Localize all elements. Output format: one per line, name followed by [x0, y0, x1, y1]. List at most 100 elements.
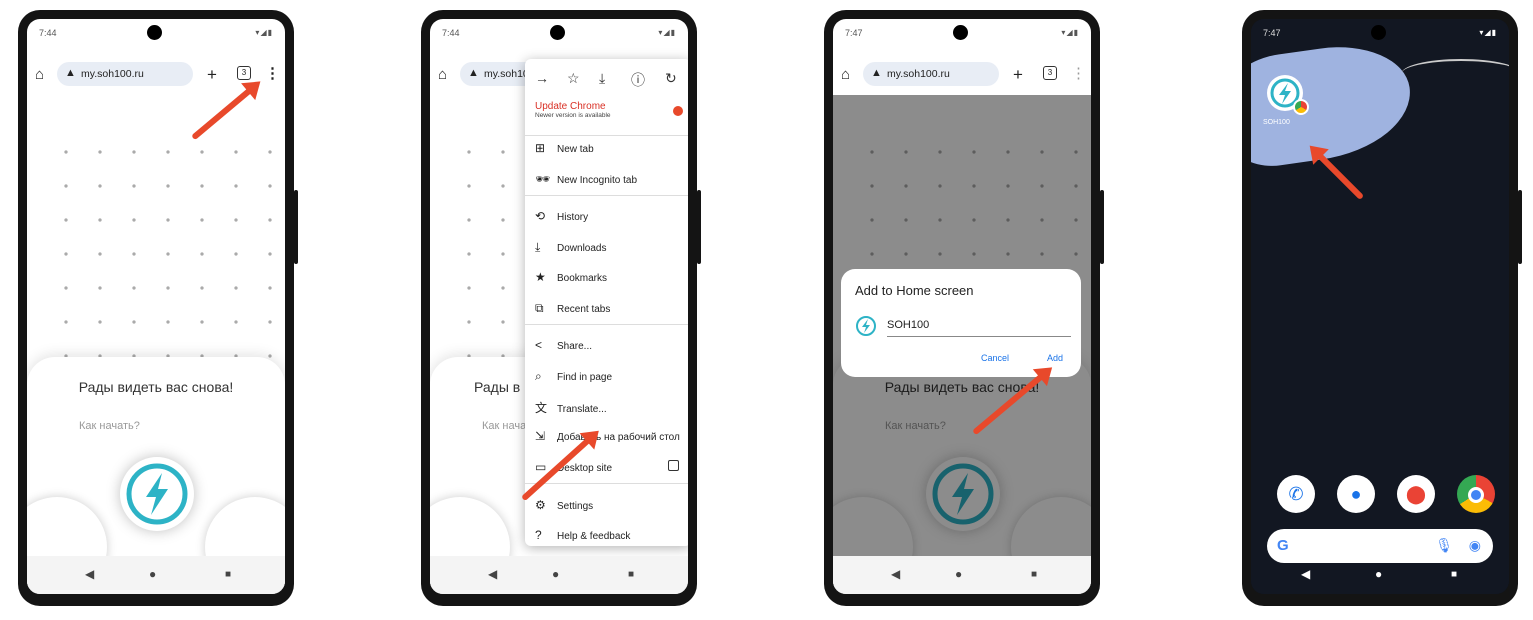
home-icon[interactable]: ⌂ — [35, 67, 44, 82]
bookmark-star-icon[interactable]: ☆ — [567, 70, 580, 87]
menu-item-new-tab[interactable]: ⊞ New tab — [535, 141, 594, 155]
app-label: SOH100 — [1263, 119, 1290, 126]
welcome-card: Рады видеть вас снова! Как начать? — [27, 357, 285, 594]
menu-item-share[interactable]: < Share... — [535, 338, 592, 352]
find-icon: ⌕ — [535, 369, 542, 383]
help-icon: ? — [535, 528, 542, 542]
back-icon[interactable]: ◀ — [85, 567, 94, 581]
web-content: Рады видеть вас снова! Как начать? — [27, 95, 285, 594]
home-nav-icon[interactable]: ● — [955, 567, 962, 581]
nav-bar: ◀ ● ■ — [1251, 556, 1509, 594]
back-icon[interactable]: ◀ — [1301, 567, 1310, 581]
add-button[interactable]: Add — [1047, 353, 1063, 363]
more-menu-icon[interactable]: ⋮ — [1071, 66, 1086, 81]
address-bar[interactable]: ▲ my.soh100.ru — [57, 62, 193, 86]
home-icon[interactable]: ⌂ — [438, 67, 447, 82]
recent-tabs-icon: ⧉ — [535, 301, 544, 315]
phone-chrome-menu: 7:44 ▾◢▮ ⌂ ▲ my.soh10 Рады в Как нача → … — [421, 10, 701, 606]
camera-cutout — [953, 25, 968, 40]
update-chrome-item[interactable]: Update Chrome Newer version is available — [535, 101, 611, 119]
new-tab-icon[interactable]: + — [1013, 66, 1023, 83]
how-to-start-link[interactable]: Как начать? — [79, 420, 140, 432]
url-text: my.soh100.ru — [81, 68, 144, 80]
chrome-app-icon[interactable] — [1457, 475, 1495, 513]
screen: 7:44 ▾◢▮ ⌂ ▲ my.soh100.ru + 3 ⋮ Рады вид… — [27, 19, 285, 594]
status-time: 7:47 — [1263, 28, 1281, 38]
share-icon: < — [535, 338, 543, 352]
home-icon[interactable]: ⌂ — [841, 67, 850, 82]
url-text: my.soh100.ru — [887, 68, 950, 80]
settings-icon: ⚙ — [535, 498, 546, 512]
menu-item-recent-tabs[interactable]: ⧉ Recent tabs — [535, 301, 610, 316]
update-subtitle: Newer version is available — [535, 112, 611, 119]
status-time: 7:44 — [442, 28, 460, 38]
menu-item-history[interactable]: ⟲ History — [535, 209, 588, 223]
warning-icon: ▲ — [871, 67, 882, 79]
signal-icons: ▾◢▮ — [255, 28, 273, 37]
menu-item-help[interactable]: ? Help & feedback — [535, 528, 630, 542]
camera-cutout — [1371, 25, 1386, 40]
camera-cutout — [147, 25, 162, 40]
chrome-toolbar: ⌂ ▲ my.soh100.ru + 3 ⋮ — [833, 55, 1091, 95]
how-to-start-link[interactable]: Как нача — [482, 420, 526, 432]
more-menu-icon[interactable]: ⋮ — [265, 66, 280, 81]
status-bar: 7:44 ▾◢▮ — [27, 19, 285, 43]
status-bar: 7:47 ▾◢▮ — [833, 19, 1091, 43]
signal-icons: ▾◢▮ — [1479, 28, 1497, 37]
home-nav-icon[interactable]: ● — [149, 567, 156, 581]
camera-cutout — [550, 25, 565, 40]
soh100-app-icon[interactable] — [1267, 75, 1309, 115]
recents-icon[interactable]: ■ — [1451, 569, 1457, 580]
reload-icon[interactable]: ↻ — [665, 70, 677, 87]
back-icon[interactable]: ◀ — [488, 567, 497, 581]
new-tab-icon: ⊞ — [535, 141, 546, 155]
history-icon: ⟲ — [535, 209, 546, 223]
menu-item-add-to-home[interactable]: ⇲ Добавить на рабочий стол — [535, 429, 680, 443]
new-tab-icon[interactable]: + — [207, 66, 217, 83]
name-field[interactable]: SOH100 — [887, 319, 1071, 337]
recents-icon[interactable]: ■ — [628, 569, 634, 580]
back-icon[interactable]: ◀ — [891, 567, 900, 581]
menu-item-settings[interactable]: ⚙ Settings — [535, 498, 593, 512]
info-icon[interactable]: ⓘ — [631, 70, 645, 90]
chrome-badge-icon — [1293, 99, 1309, 115]
menu-item-incognito[interactable]: 🕶 New Incognito tab — [535, 172, 637, 186]
dialog-title: Add to Home screen — [855, 283, 974, 298]
menu-item-translate[interactable]: 文 Translate... — [535, 399, 607, 416]
messages-app-icon[interactable]: ● — [1337, 475, 1375, 513]
warning-icon: ▲ — [468, 67, 479, 79]
maps-app-icon[interactable]: ⬤ — [1397, 475, 1435, 513]
warning-icon: ▲ — [65, 67, 76, 79]
url-text: my.soh10 — [484, 68, 529, 80]
screen: 7:47 ▾◢▮ ⌂ ▲ my.soh100.ru + 3 ⋮ Рады вид… — [833, 19, 1091, 594]
nav-bar: ◀ ● ■ — [430, 556, 688, 594]
download-icon[interactable]: ⤓ — [599, 70, 605, 87]
recents-icon[interactable]: ■ — [1031, 569, 1037, 580]
phone-home-screen: 7:47 ▾◢▮ SOH100 ✆ ● ⬤ G 🎙 ◉ ◀ ● ■ — [1242, 10, 1522, 606]
nav-bar: ◀ ● ■ — [27, 556, 285, 594]
lens-icon[interactable]: ◉ — [1469, 537, 1481, 554]
signal-icons: ▾◢▮ — [658, 28, 676, 37]
status-bar: 7:47 ▾◢▮ — [1251, 19, 1509, 43]
cancel-button[interactable]: Cancel — [981, 353, 1009, 363]
address-bar[interactable]: ▲ my.soh100.ru — [863, 62, 999, 86]
incognito-icon: 🕶 — [535, 172, 551, 186]
signal-icons: ▾◢▮ — [1061, 28, 1079, 37]
phone-app-icon[interactable]: ✆ — [1277, 475, 1315, 513]
nav-bar: ◀ ● ■ — [833, 556, 1091, 594]
menu-item-bookmarks[interactable]: ★ Bookmarks — [535, 270, 607, 284]
app-logo-icon — [855, 315, 877, 342]
status-time: 7:44 — [39, 28, 57, 38]
menu-item-find-in-page[interactable]: ⌕ Find in page — [535, 369, 612, 384]
home-nav-icon[interactable]: ● — [1375, 567, 1382, 581]
menu-item-downloads[interactable]: ⤓ Downloads — [535, 240, 606, 255]
dot-pattern — [49, 135, 279, 365]
forward-icon[interactable]: → — [535, 70, 549, 86]
tab-switcher-button[interactable]: 3 — [1043, 66, 1057, 80]
mic-icon[interactable]: 🎙 — [1435, 537, 1453, 554]
desktop-site-checkbox[interactable] — [668, 460, 679, 471]
status-bar: 7:44 ▾◢▮ — [430, 19, 688, 43]
bookmarks-icon: ★ — [535, 270, 546, 284]
recents-icon[interactable]: ■ — [225, 569, 231, 580]
home-nav-icon[interactable]: ● — [552, 567, 559, 581]
